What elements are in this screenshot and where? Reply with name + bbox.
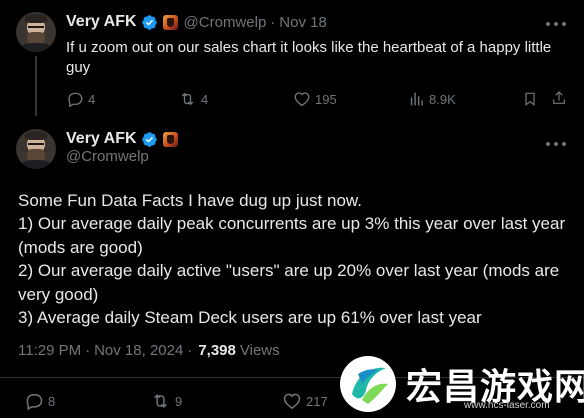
parent-handle[interactable]: @Cromwelp [184,14,267,31]
main-tweet-line: 3) Average daily Steam Deck users are up… [18,308,482,328]
parent-separator: · [270,13,276,31]
reply-icon [26,394,43,411]
like-icon [283,393,301,409]
main-like-button[interactable]: 217 [282,391,328,411]
parent-tweet-text: If u zoom out on our sales chart it look… [66,39,552,76]
main-meta-row: 11:29 PM · Nov 18, 2024 · 7,398 Views [18,342,280,359]
parent-date[interactable]: Nov 18 [279,14,327,31]
watermark: 宏昌游戏网 www.hcs-laser.com [336,352,584,418]
parent-like-button[interactable]: 195 [293,90,337,108]
repost-icon [154,394,167,408]
share-icon [553,91,565,104]
parent-views-count: 8.9K [429,91,456,107]
parent-views-button[interactable]: 8.9K [408,90,456,108]
thread-connector-line [35,56,37,116]
verified-badge-icon [141,131,157,147]
tweet-thread: Very AFK @Cromwelp · Nov 18 If u zoom ou… [0,0,584,418]
bookmark-icon [525,92,535,106]
main-time[interactable]: 11:29 PM [18,342,81,359]
parent-repost-count: 4 [201,91,209,107]
main-display-name[interactable]: Very AFK [66,130,137,148]
repost-icon [181,92,194,106]
main-more-icon[interactable] [546,136,566,152]
main-repost-count: 9 [175,393,183,409]
main-separator-2: · [187,342,193,359]
views-icon [410,92,423,106]
parent-like-count: 195 [315,91,337,107]
main-tweet-line: Some Fun Data Facts I have dug up just n… [18,191,362,210]
main-tweet-line: 1) Our average daily peak concurrents ar… [18,214,566,257]
main-reply-count: 8 [48,393,56,409]
main-like-count: 217 [306,393,328,409]
verified-badge-icon [141,14,157,30]
main-header: Very AFK [66,130,178,148]
like-icon [294,92,310,107]
parent-repost-button[interactable]: 4 [178,90,208,108]
parent-bookmark-button[interactable] [522,90,538,108]
main-date[interactable]: Nov 18, 2024 [94,342,183,359]
parent-more-icon[interactable] [546,16,566,32]
main-separator-1: · [85,342,91,359]
main-handle[interactable]: @Cromwelp [66,148,149,165]
parent-display-name[interactable]: Very AFK [66,13,137,31]
main-views-label: Views [239,342,280,359]
parent-share-button[interactable] [551,89,567,107]
affiliate-badge-icon[interactable] [162,131,178,147]
watermark-logo-icon [340,356,396,412]
main-tweet-line: 2) Our average daily active "users" are … [18,261,560,304]
parent-avatar[interactable] [16,12,56,52]
affiliate-badge-icon[interactable] [162,14,178,30]
main-tweet-text: Some Fun Data Facts I have dug up just n… [18,189,574,329]
watermark-url: www.hcs-laser.com [464,400,550,411]
main-views-count[interactable]: 7,398 [198,342,236,359]
main-repost-button[interactable]: 9 [150,391,182,411]
reply-icon [68,92,83,108]
parent-header: Very AFK @Cromwelp · Nov 18 [66,13,327,31]
parent-reply-button[interactable]: 4 [66,90,95,108]
main-reply-button[interactable]: 8 [24,391,55,411]
main-avatar[interactable] [16,129,56,169]
parent-reply-count: 4 [88,91,96,107]
